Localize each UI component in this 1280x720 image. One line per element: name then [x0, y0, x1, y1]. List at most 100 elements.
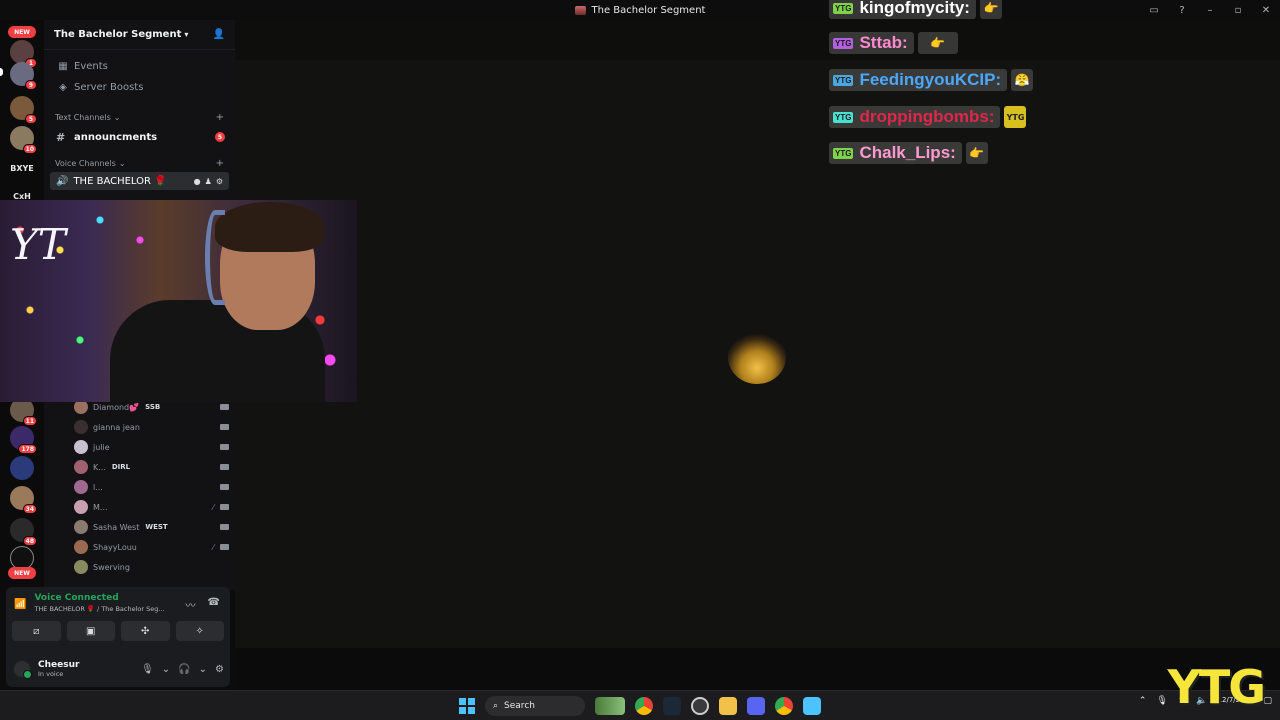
voice-channels-category[interactable]: Voice Channels ⌄ + [44, 154, 235, 172]
guild-header[interactable]: The Bachelor Segment ▾ 👤 [44, 20, 235, 50]
gear-icon[interactable]: ⚙ [215, 664, 224, 675]
soundboard-button[interactable]: ✧ [175, 621, 224, 641]
chat-badge: YTG [833, 2, 854, 14]
avatar[interactable] [12, 659, 32, 679]
steam-icon[interactable] [663, 696, 681, 715]
server-icon[interactable]: 48 [10, 518, 37, 546]
camera-icon [220, 524, 229, 530]
title-bar-controls: ▭ ? – ▫ ✕ [1140, 0, 1280, 20]
voice-user[interactable]: M... ⁄ [74, 497, 229, 517]
voice-user[interactable]: gianna jean [74, 417, 229, 437]
voice-user[interactable]: Sasha West WEST [74, 517, 229, 537]
chat-badge: YTG [833, 74, 854, 86]
voice-user[interactable]: Swerving [74, 557, 229, 577]
voice-user[interactable]: K... DIRL [74, 457, 229, 477]
server-icon[interactable]: 178 [10, 426, 37, 454]
chrome-icon[interactable] [775, 696, 793, 715]
voice-user[interactable]: julie [74, 437, 229, 457]
speaking-avatar[interactable] [728, 330, 786, 384]
noise-suppression-icon[interactable]: 〰 [186, 597, 196, 612]
signal-icon[interactable]: 📶 [14, 599, 26, 610]
server-icon[interactable]: 5 [10, 96, 37, 124]
avatar [74, 480, 88, 494]
chevron-down-icon[interactable]: ⌄ [199, 664, 207, 675]
events-item[interactable]: ▦ Events [44, 56, 235, 77]
server-icon[interactable]: 1 [10, 40, 37, 68]
disconnect-icon[interactable]: ☎ [208, 597, 220, 612]
chat-username: Chalk_Lips: [859, 143, 956, 162]
add-channel-icon[interactable]: + [216, 112, 224, 123]
microphone-icon[interactable]: 🎙 [141, 664, 154, 675]
headphones-icon [205, 210, 225, 305]
server-boosts-item[interactable]: ◈ Server Boosts [44, 77, 235, 98]
help-icon[interactable]: ? [1168, 0, 1196, 20]
chat-username: kingofmycity: [859, 0, 970, 17]
hash-icon: # [56, 130, 66, 144]
server-text-icon[interactable]: BXYE [4, 164, 40, 173]
chat-badge: YTG [833, 147, 854, 159]
search-icon: ⌕ [493, 700, 499, 711]
avatar [74, 460, 88, 474]
chat-username: FeedingyouKCIP: [859, 70, 1002, 89]
chat-emote: YTG [1004, 106, 1027, 128]
windows-start-icon[interactable] [459, 697, 475, 714]
mic-muted-icon: ⁄ [212, 502, 214, 512]
voice-user[interactable]: l... [74, 477, 229, 497]
screen: The Bachelor Segment ▭ ? – ▫ ✕ NEW 1 9 5… [0, 0, 1280, 720]
headphones-icon[interactable]: 🎧 [178, 664, 190, 675]
close-button[interactable]: ✕ [1252, 0, 1280, 20]
notepad-icon[interactable] [803, 696, 821, 715]
file-explorer-icon[interactable] [719, 696, 737, 715]
avatar [74, 560, 88, 574]
guild-tag: WEST [145, 523, 168, 531]
chat-message: YTG Chalk_Lips: 👉 [829, 141, 988, 165]
user-panel: Cheesur In voice 🎙 ⌄ 🎧 ⌄ ⚙ [6, 652, 230, 686]
camera-icon [220, 424, 229, 430]
avatar [74, 420, 88, 434]
activities-button[interactable]: ✣ [121, 621, 170, 641]
text-channels-category[interactable]: Text Channels ⌄ + [44, 108, 235, 126]
chevron-down-icon: ⌄ [118, 158, 126, 168]
server-icon[interactable]: 10 [10, 126, 37, 154]
channel-announcments[interactable]: # announcments 5 [44, 126, 235, 148]
title-bar: The Bachelor Segment ▭ ? – ▫ ✕ [0, 0, 1280, 20]
chat-message: YTG FeedingyouKCIP: 😤 [829, 68, 1034, 92]
calendar-icon: ▦ [58, 61, 68, 72]
camera-icon [220, 484, 229, 490]
voice-channel-the-bachelor[interactable]: 🔊 THE BACHELOR 🌹 ● ♟ ⚙ [50, 172, 229, 190]
obs-icon[interactable] [691, 696, 709, 715]
invite-icon[interactable]: 👤 [213, 29, 225, 40]
mention-badge: 5 [215, 132, 225, 142]
inbox-icon[interactable]: ▭ [1140, 0, 1168, 20]
discord-icon[interactable] [747, 696, 765, 715]
server-icon[interactable]: 34 [10, 486, 37, 514]
maximize-button[interactable]: ▫ [1224, 0, 1252, 20]
camera-icon [220, 444, 229, 450]
chevron-down-icon[interactable]: ⌄ [162, 664, 170, 675]
voice-location[interactable]: THE BACHELOR 🌹 / The Bachelor Seg... [34, 605, 164, 613]
camera-toggle-button[interactable]: ⧄ [12, 621, 61, 641]
gear-icon[interactable]: ⚙ [216, 177, 223, 186]
app-icon [574, 5, 586, 15]
camera-icon [220, 544, 229, 550]
server-icon[interactable] [10, 456, 34, 480]
window-title: The Bachelor Segment [591, 4, 706, 16]
voice-status[interactable]: Voice Connected [34, 593, 164, 603]
guild-name: The Bachelor Segment [54, 29, 182, 40]
chevron-up-icon[interactable]: ⌃ [1139, 696, 1147, 706]
screen-share-button[interactable]: ▣ [66, 621, 115, 641]
add-channel-icon[interactable]: + [216, 158, 224, 169]
notification-icon[interactable]: ▢ [1263, 696, 1272, 706]
chrome-icon[interactable] [635, 696, 653, 715]
voice-user[interactable]: ShayyLouu ⁄ [74, 537, 229, 557]
server-icon[interactable]: 9 [10, 62, 37, 90]
microphone-icon[interactable]: 🎙 [1156, 696, 1167, 706]
neon-sign: YT [10, 220, 66, 269]
widgets-icon[interactable] [595, 696, 625, 715]
minimize-button[interactable]: – [1196, 0, 1224, 20]
chat-icon[interactable]: ● [194, 177, 201, 186]
taskbar-search[interactable]: ⌕ Search [485, 695, 585, 716]
chevron-down-icon: ▾ [184, 30, 189, 39]
camera-icon [220, 404, 229, 410]
invite-icon[interactable]: ♟ [205, 177, 212, 186]
